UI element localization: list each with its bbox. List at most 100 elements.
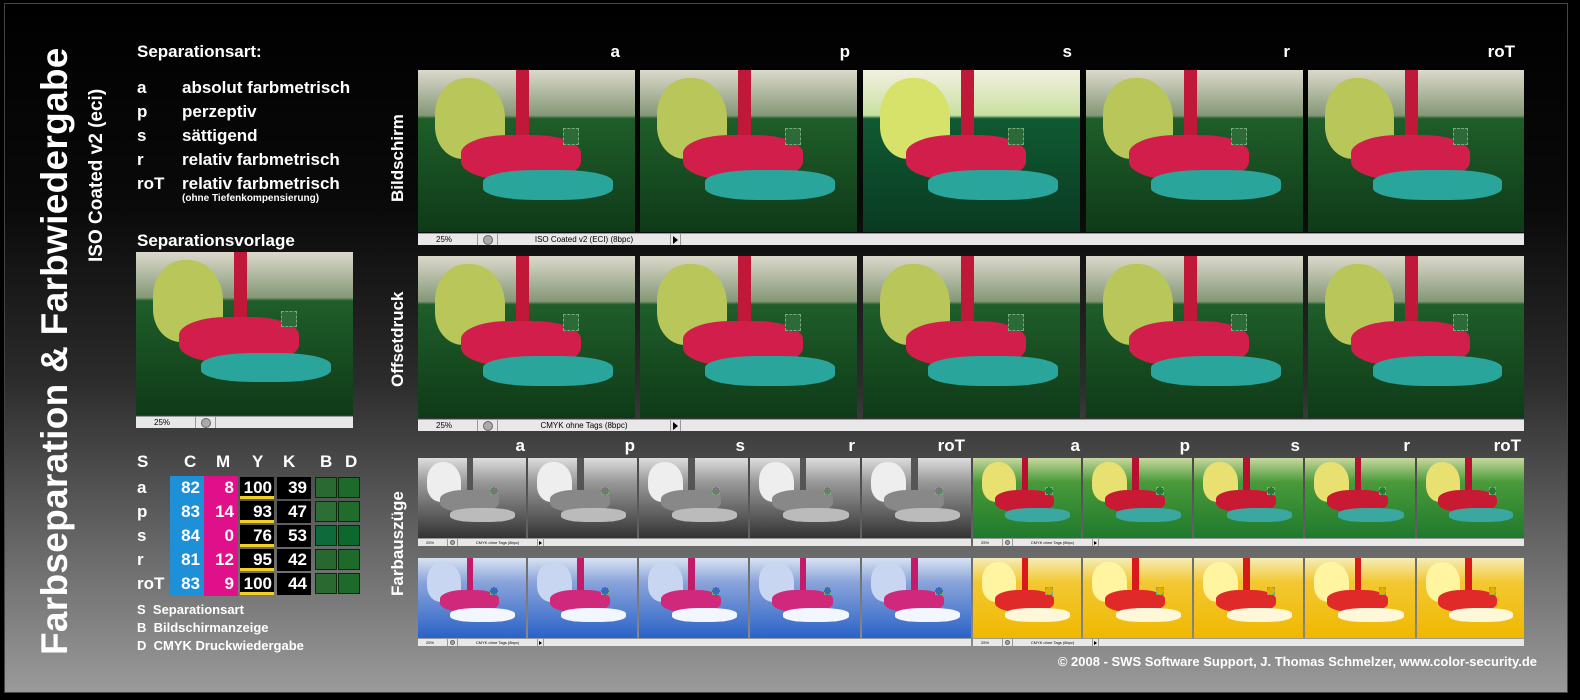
screen-swatch bbox=[315, 477, 337, 498]
offset-image-roT bbox=[1308, 256, 1524, 418]
legend-code: roT bbox=[137, 174, 165, 193]
offset-statusbar: 25% CMYK ohne Tags (8bpc) bbox=[418, 419, 1524, 431]
separation-black-a bbox=[418, 458, 526, 538]
screen-swatch bbox=[315, 525, 337, 546]
offset-image-r bbox=[1086, 256, 1303, 418]
legend-row: s sättigend bbox=[137, 124, 350, 148]
separation-black-r bbox=[750, 458, 860, 538]
column-label: r bbox=[1403, 436, 1410, 455]
column-label: roT bbox=[1493, 436, 1521, 455]
column-label: s bbox=[1290, 436, 1300, 455]
table-cell-c: 82 bbox=[181, 478, 200, 497]
zoom-level: 25% bbox=[973, 539, 1003, 546]
table-row: p 83 14 93 47 bbox=[137, 500, 367, 524]
column-label: a bbox=[515, 436, 525, 455]
play-arrow-icon[interactable] bbox=[671, 234, 681, 245]
play-arrow-icon[interactable] bbox=[538, 539, 544, 546]
zoom-level: 25% bbox=[418, 234, 478, 245]
profile-label: CMYK ohne Tags (8bpc) bbox=[498, 420, 671, 431]
legend-text: relativ farbmetrisch bbox=[182, 150, 340, 169]
profile-label: CMYK ohne Tags (8bpc) bbox=[1013, 639, 1093, 646]
footnote-code: S bbox=[137, 602, 146, 617]
table-cell-c: 81 bbox=[181, 550, 200, 569]
print-swatch bbox=[338, 477, 360, 498]
table-cell-m: 8 bbox=[224, 478, 234, 497]
separation-cyan-p bbox=[528, 558, 637, 638]
table-header: S bbox=[137, 452, 149, 471]
table-cell-m: 12 bbox=[215, 550, 234, 569]
table-cell-y: 95 bbox=[253, 550, 272, 569]
table-header: K bbox=[283, 452, 296, 471]
profile-label: CMYK ohne Tags (8bpc) bbox=[458, 639, 538, 646]
separation-green-p bbox=[1083, 458, 1192, 538]
table-cell-c: 84 bbox=[181, 526, 200, 545]
vorlage-statusbar: 25% bbox=[136, 416, 353, 428]
column-label: roT bbox=[1487, 42, 1515, 61]
document-icon bbox=[478, 234, 498, 245]
table-row: roT 83 9 100 44 bbox=[137, 572, 367, 596]
separation-statusbar-right: 25% CMYK ohne Tags (8bpc) bbox=[973, 538, 1524, 546]
offset-image-s bbox=[863, 256, 1080, 418]
bildschirm-image-roT bbox=[1308, 70, 1524, 232]
poster-title: Farbseparation & Farbwiedergabe bbox=[34, 47, 75, 655]
table-cell-k: 47 bbox=[288, 502, 307, 521]
table-cell-y: 93 bbox=[253, 502, 272, 521]
column-label: p bbox=[624, 436, 635, 455]
document-icon bbox=[1003, 639, 1013, 646]
footnote-text: CMYK Druckwiedergabe bbox=[153, 638, 304, 653]
table-cell-m: 9 bbox=[224, 574, 234, 593]
document-icon bbox=[1003, 539, 1013, 546]
table-cell-c: 83 bbox=[181, 574, 200, 593]
separation-green-a bbox=[973, 458, 1081, 538]
screen-swatch bbox=[315, 501, 337, 522]
legend-code: a bbox=[137, 78, 147, 97]
separation-cyan-s bbox=[639, 558, 748, 638]
legend-note: (ohne Tiefenkompensierung) bbox=[182, 193, 320, 204]
separation-yellow-p bbox=[1083, 558, 1192, 638]
separation-black-s bbox=[639, 458, 748, 538]
column-label: r bbox=[848, 436, 855, 455]
table-cell-y: 76 bbox=[253, 526, 272, 545]
separation-statusbar-right-2: 25% CMYK ohne Tags (8bpc) bbox=[973, 638, 1524, 646]
print-swatch bbox=[338, 525, 360, 546]
play-arrow-icon[interactable] bbox=[538, 639, 544, 646]
legend-text: relativ farbmetrisch bbox=[182, 174, 340, 193]
table-cell-m: 14 bbox=[215, 502, 234, 521]
table-cell-s: a bbox=[137, 478, 147, 497]
play-arrow-icon[interactable] bbox=[671, 420, 681, 431]
separation-yellow-roT bbox=[1417, 558, 1524, 638]
zoom-level: 25% bbox=[418, 639, 448, 646]
column-label: p bbox=[839, 42, 850, 61]
bildschirm-image-s bbox=[863, 70, 1080, 232]
legend: a absolut farbmetrisch p perzeptiv s sättig… bbox=[137, 76, 350, 204]
footnote-text: Separationsart bbox=[152, 602, 244, 617]
legend-code: r bbox=[137, 150, 144, 169]
print-swatch bbox=[338, 501, 360, 522]
table-cell-y: 100 bbox=[243, 478, 272, 497]
play-arrow-icon[interactable] bbox=[1093, 539, 1099, 546]
footnote-code: D bbox=[137, 638, 147, 653]
zoom-level: 25% bbox=[973, 639, 1003, 646]
legend-row: p perzeptiv bbox=[137, 100, 350, 124]
row-label-bildschirm: Bildschirm bbox=[388, 114, 407, 202]
table-cell-s: r bbox=[137, 550, 144, 569]
separation-statusbar-left-2: 25% CMYK ohne Tags (8bpc) bbox=[418, 638, 971, 646]
legend-code: p bbox=[137, 102, 148, 121]
bildschirm-image-r bbox=[1086, 70, 1303, 232]
table-cell-k: 42 bbox=[288, 550, 307, 569]
column-label: s bbox=[735, 436, 745, 455]
play-arrow-icon[interactable] bbox=[1093, 639, 1099, 646]
footnote-code: B bbox=[137, 620, 147, 635]
separation-statusbar-left: 25% CMYK ohne Tags (8bpc) bbox=[418, 538, 971, 546]
column-label: p bbox=[1179, 436, 1190, 455]
table-cell-s: p bbox=[137, 502, 148, 521]
zoom-level: 25% bbox=[136, 417, 196, 428]
bildschirm-image-p bbox=[640, 70, 857, 232]
table-cell-k: 44 bbox=[288, 574, 307, 593]
copyright: © 2008 - SWS Software Support, J. Thomas… bbox=[1057, 654, 1537, 669]
separation-yellow-a bbox=[973, 558, 1081, 638]
zoom-level: 25% bbox=[418, 539, 448, 546]
table-header: M bbox=[216, 452, 231, 471]
column-label: roT bbox=[937, 436, 965, 455]
vorlage-heading: Separationsvorlage bbox=[137, 231, 295, 250]
